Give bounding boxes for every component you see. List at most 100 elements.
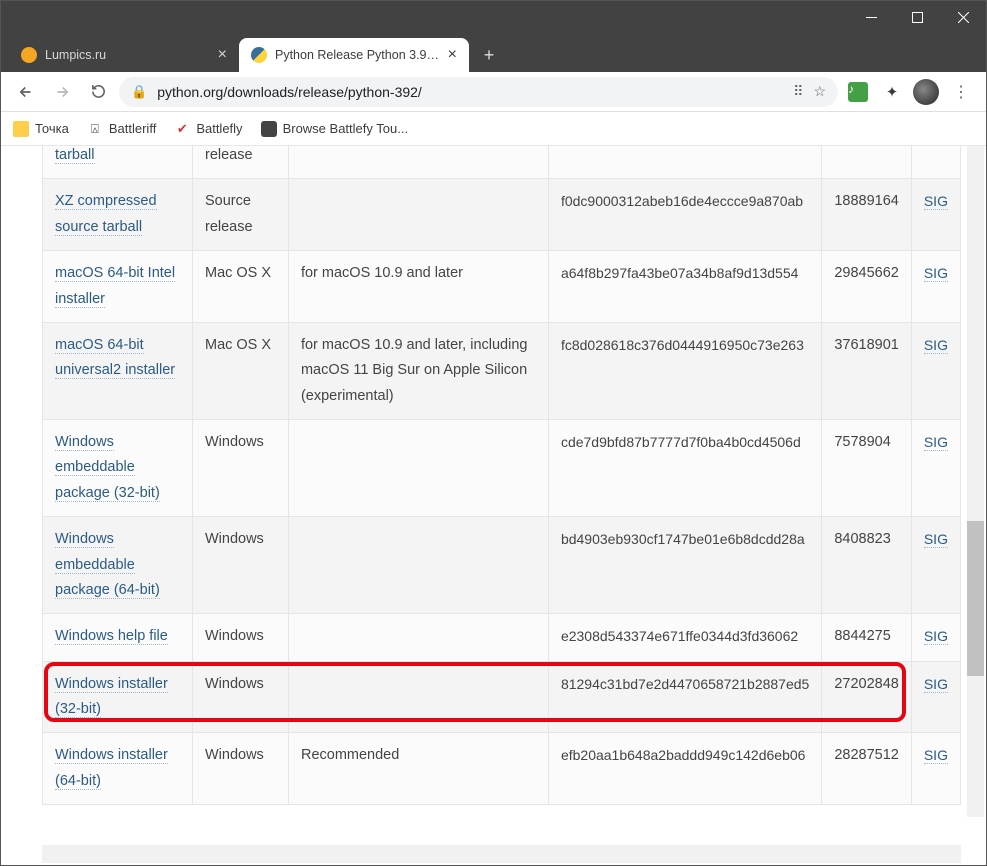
vertical-scrollbar-track[interactable] [967, 146, 984, 817]
bookmark-star-icon[interactable]: ☆ [813, 83, 826, 100]
os-cell: Windows [192, 661, 288, 733]
table-row: Windows installer (32-bit) Windows 81294c3… [43, 661, 961, 733]
sig-link[interactable]: SIG [924, 265, 948, 282]
close-icon[interactable]: × [218, 46, 227, 64]
size-cell: 7578904 [822, 420, 912, 517]
os-cell: Mac OS X [192, 322, 288, 419]
bookmark-label: Browse Battlefy Tou... [283, 121, 409, 136]
size-cell: 8408823 [822, 517, 912, 614]
download-link[interactable]: Windows installer (32-bit) [55, 676, 168, 718]
os-cell: Windows [192, 517, 288, 614]
toolbar: 🔒 python.org/downloads/release/python-39… [1, 72, 986, 112]
reload-button[interactable] [83, 77, 113, 107]
download-link[interactable]: macOS 64-bit universal2 installer [55, 337, 175, 379]
md5-cell: f0dc9000312abeb16de4eccce9a870ab [548, 179, 821, 251]
tab-python[interactable]: Python Release Python 3.9.2 | Pyt × [239, 38, 469, 72]
os-cell: Windows [192, 733, 288, 805]
desc-cell [288, 179, 548, 251]
window-close-button[interactable] [940, 1, 986, 34]
size-cell: 18889164 [822, 179, 912, 251]
vertical-scrollbar-thumb[interactable] [967, 521, 984, 676]
lumpics-favicon [21, 47, 37, 63]
os-cell: release [192, 146, 288, 179]
forward-button[interactable] [47, 77, 77, 107]
grid-icon [261, 121, 277, 137]
sig-link[interactable]: SIG [924, 628, 948, 645]
desc-cell [288, 146, 548, 179]
desc-cell [288, 661, 548, 733]
md5-cell: efb20aa1b648a2baddd949c142d6eb06 [548, 733, 821, 805]
desc-cell [288, 420, 548, 517]
extensions-puzzle-icon[interactable]: ✦ [878, 78, 906, 106]
chrome-menu-button[interactable]: ⋮ [946, 77, 976, 107]
python-favicon [251, 47, 267, 63]
bookmark-battleriff[interactable]: ⍓Battleriff [87, 121, 156, 137]
window-maximize-button[interactable] [894, 1, 940, 34]
back-button[interactable] [11, 77, 41, 107]
size-cell [822, 146, 912, 179]
download-link[interactable]: Windows embeddable package (32-bit) [55, 434, 160, 502]
md5-cell: e2308d543374e671ffe0344d3fd36062 [548, 614, 821, 661]
bookmark-label: Battleriff [109, 121, 156, 136]
md5-cell: 81294c31bd7e2d4470658721b2887ed5 [548, 661, 821, 733]
bookmark-battlefy[interactable]: Browse Battlefy Tou... [261, 121, 409, 137]
download-link[interactable]: XZ compressed source tarball [55, 193, 157, 235]
bookmark-tochka[interactable]: Точка [13, 121, 69, 137]
tab-title: Python Release Python 3.9.2 | Pyt [275, 48, 442, 62]
url-text: python.org/downloads/release/python-392/ [157, 84, 783, 100]
sig-link[interactable]: SIG [924, 676, 948, 693]
size-cell: 29845662 [822, 251, 912, 323]
table-row: Windows embeddable package (64-bit) Windo… [43, 517, 961, 614]
window-minimize-button[interactable] [848, 1, 894, 34]
desc-cell: Recommended [288, 733, 548, 805]
sig-link[interactable]: SIG [924, 193, 948, 210]
download-link[interactable]: macOS 64-bit Intel installer [55, 265, 175, 307]
desc-cell [288, 517, 548, 614]
lock-icon: 🔒 [131, 84, 147, 100]
bookmarks-bar: Точка ⍓Battleriff ✔Battlefly Browse Batt… [1, 112, 986, 146]
size-cell: 37618901 [822, 322, 912, 419]
table-row: Windows embeddable package (32-bit) Windo… [43, 420, 961, 517]
sig-link[interactable]: SIG [924, 434, 948, 451]
folder-icon [13, 121, 29, 137]
md5-cell [548, 146, 821, 179]
md5-cell: bd4903eb930cf1747be01e6b8dcdd28a [548, 517, 821, 614]
table-row: XZ compressed source tarball Source relea… [43, 179, 961, 251]
size-cell: 28287512 [822, 733, 912, 805]
os-cell: Windows [192, 614, 288, 661]
profile-avatar[interactable] [912, 78, 940, 106]
table-row: Windows installer (64-bit) WindowsRecomme… [43, 733, 961, 805]
download-link[interactable]: Windows help file [55, 628, 168, 645]
extension-music-icon[interactable]: ♪ [844, 78, 872, 106]
translate-icon[interactable]: ⠿ [793, 83, 803, 100]
sig-link[interactable]: SIG [924, 531, 948, 548]
leaf-icon: ✔ [174, 121, 190, 137]
tab-lumpics[interactable]: Lumpics.ru × [9, 38, 239, 72]
bookmark-battlefly[interactable]: ✔Battlefly [174, 121, 242, 137]
os-cell: Source release [192, 179, 288, 251]
sig-link[interactable]: SIG [924, 747, 948, 764]
downloads-table: tarballreleaseXZ compressed source tarba… [42, 146, 961, 805]
desc-cell: for macOS 10.9 and later [288, 251, 548, 323]
bookmark-label: Точка [35, 121, 69, 136]
page-content: tarballreleaseXZ compressed source tarba… [42, 146, 961, 864]
desc-cell [288, 614, 548, 661]
tab-strip: Lumpics.ru × Python Release Python 3.9.2… [1, 34, 986, 72]
address-bar[interactable]: 🔒 python.org/downloads/release/python-39… [119, 77, 838, 107]
table-row: macOS 64-bit universal2 installer Mac OS … [43, 322, 961, 419]
window-titlebar [1, 1, 986, 34]
download-link[interactable]: Windows embeddable package (64-bit) [55, 531, 160, 599]
sig-link[interactable]: SIG [924, 337, 948, 354]
new-tab-button[interactable]: + [475, 41, 503, 69]
close-icon[interactable]: × [448, 46, 457, 64]
horizontal-scrollbar[interactable] [42, 845, 961, 863]
download-link[interactable]: Windows installer (64-bit) [55, 747, 168, 789]
download-link[interactable]: tarball [55, 147, 95, 164]
table-row: macOS 64-bit Intel installerMac OS Xfor … [43, 251, 961, 323]
md5-cell: fc8d028618c376d0444916950c73e263 [548, 322, 821, 419]
md5-cell: a64f8b297fa43be07a34b8af9d13d554 [548, 251, 821, 323]
size-cell: 8844275 [822, 614, 912, 661]
tab-title: Lumpics.ru [45, 48, 212, 62]
os-cell: Windows [192, 420, 288, 517]
table-row: tarball release [43, 146, 961, 179]
